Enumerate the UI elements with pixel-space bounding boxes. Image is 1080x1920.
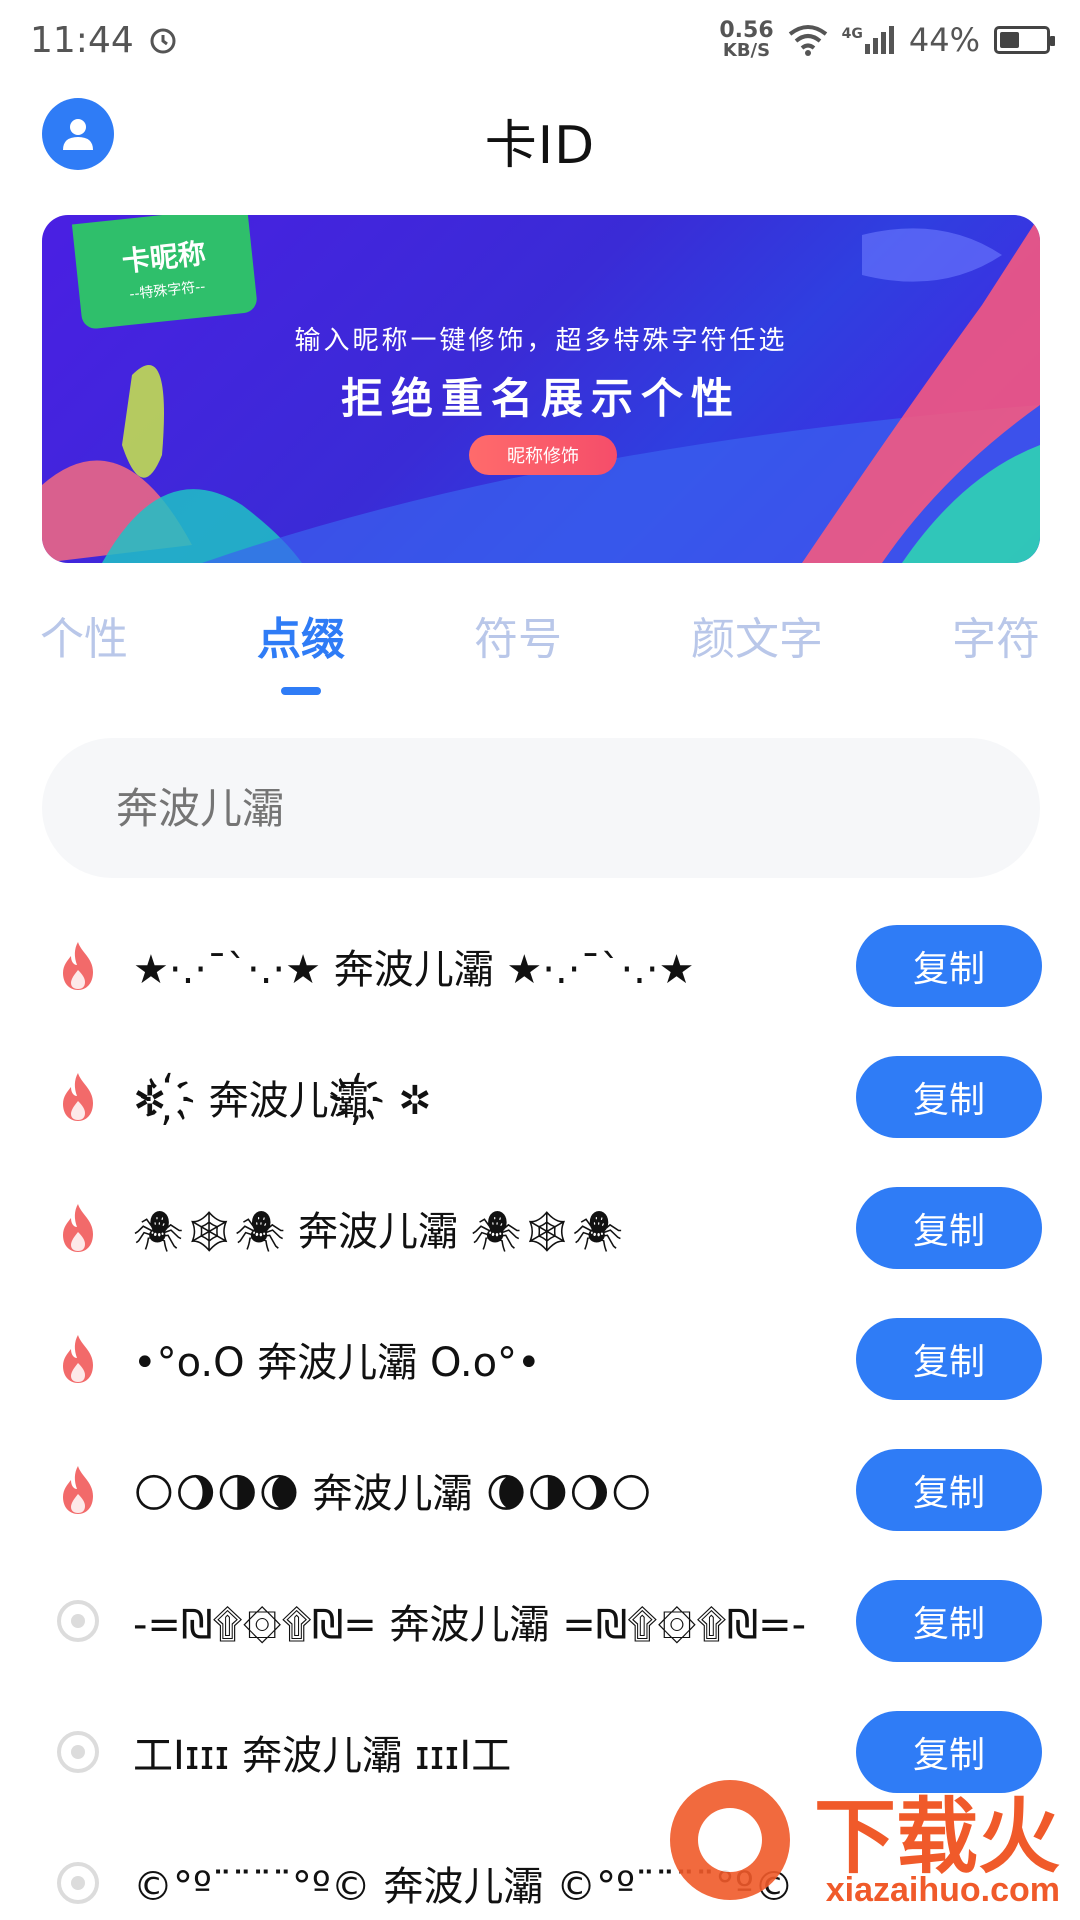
flame-icon (63, 1203, 93, 1252)
banner-badge-subtitle: --特殊字符-- (128, 278, 207, 303)
user-icon (63, 119, 93, 150)
copy-button[interactable]: 复制 (856, 1187, 1042, 1269)
wifi-icon (788, 25, 827, 56)
network-type: 4G (841, 26, 863, 42)
hot-icon (55, 940, 101, 992)
list-item: ★·.·¯`·.·★ 奔波儿灞 ★·.·¯`·.·★ 复制 (0, 900, 1080, 1031)
list-item: ©°º¨¨¨¨°º© 奔波儿灞 ©°º¨¨¨¨°º© (0, 1817, 1080, 1920)
flame-icon (63, 1072, 93, 1121)
banner-badge: 卡昵称 --特殊字符-- (71, 215, 259, 330)
hot-icon (55, 1071, 101, 1123)
hot-icon (55, 1202, 101, 1254)
banner-headline: 拒绝重名展示个性 (340, 374, 741, 423)
decorated-nickname: ★·.·¯`·.·★ 奔波儿灞 ★·.·¯`·.·★ (133, 946, 695, 993)
status-time: 11:44 (30, 19, 134, 61)
decorated-nickname: 🌕🌖🌗🌘 奔波儿灞 🌘🌗🌖🌕 (133, 1470, 653, 1517)
nickname-input[interactable] (116, 783, 936, 833)
decorated-nickname: 🕷🕸🕷 奔波儿灞 🕷🕸🕷 (133, 1208, 624, 1255)
tab-characters[interactable]: 字符 (952, 585, 1040, 667)
list-item: 🕷🕸🕷 奔波儿灞 🕷🕸🕷 复制 (0, 1162, 1080, 1293)
radio-icon (55, 1595, 101, 1647)
decorated-nickname: 工Iɪɪɪ 奔波儿灞 ɪɪɪI工 (133, 1732, 512, 1779)
category-tabs: 个性 点缀 符号 颜文字 字符 (0, 585, 1080, 695)
radio-icon (55, 1726, 101, 1778)
signal-icon (864, 26, 894, 54)
flame-icon (63, 941, 93, 990)
radio-icon (55, 1857, 101, 1909)
alarm-icon (150, 28, 176, 54)
list-item: ✲ ҉ 奔波儿灞҉ ✲ 复制 (0, 1031, 1080, 1162)
tab-symbols[interactable]: 符号 (474, 585, 562, 667)
copy-button[interactable]: 复制 (856, 1711, 1042, 1793)
decorated-nickname: -=₪۩۞۩₪= 奔波儿灞 =₪۩۞۩₪=- (133, 1601, 807, 1648)
net-speed-unit: KB/S (722, 40, 771, 61)
active-tab-indicator (281, 687, 321, 695)
status-left: 11:44 (30, 20, 178, 61)
tab-emoticons[interactable]: 颜文字 (691, 585, 823, 667)
battery-fill (1000, 32, 1020, 48)
flame-icon (63, 1334, 93, 1383)
tab-decoration-label: 点缀 (257, 614, 345, 665)
cellular-signal: 4G (842, 26, 895, 54)
banner-action-button[interactable]: 昵称修饰 (469, 435, 617, 475)
decorated-nickname: ✲ ҉ 奔波儿灞҉ ✲ (133, 1077, 432, 1124)
banner-subtitle: 输入昵称一键修饰，超多特殊字符任选 (294, 326, 788, 356)
hot-icon (55, 1464, 101, 1516)
copy-button[interactable]: 复制 (856, 1580, 1042, 1662)
user-avatar-button[interactable] (42, 98, 114, 170)
status-bar: 11:44 0.56 KB/S 4G 44% (0, 0, 1080, 80)
list-item: 🌕🌖🌗🌘 奔波儿灞 🌘🌗🌖🌕 复制 (0, 1424, 1080, 1555)
battery-percent: 44% (908, 21, 980, 59)
promo-banner[interactable]: 卡昵称 --特殊字符-- 输入昵称一键修饰，超多特殊字符任选 拒绝重名展示个性 … (42, 215, 1040, 563)
copy-button[interactable]: 复制 (856, 1318, 1042, 1400)
decoration-list: ★·.·¯`·.·★ 奔波儿灞 ★·.·¯`·.·★ 复制 ✲ ҉ 奔波儿灞҉ … (0, 900, 1080, 1920)
app-header: 卡ID (0, 90, 1080, 190)
net-speed-value: 0.56 (719, 18, 774, 43)
tab-decoration[interactable]: 点缀 (257, 585, 345, 695)
banner-badge-title: 卡昵称 (120, 236, 208, 279)
status-right: 0.56 KB/S 4G 44% (719, 20, 1055, 60)
list-item: 工Iɪɪɪ 奔波儿灞 ɪɪɪI工 复制 (0, 1686, 1080, 1817)
page-title: 卡ID (484, 115, 596, 176)
flame-icon (63, 1465, 93, 1514)
battery-icon (994, 26, 1055, 54)
list-item: -=₪۩۞۩₪= 奔波儿灞 =₪۩۞۩₪=- 复制 (0, 1555, 1080, 1686)
nickname-search-box (42, 738, 1040, 878)
tab-personality[interactable]: 个性 (40, 585, 128, 667)
copy-button[interactable]: 复制 (856, 1056, 1042, 1138)
copy-button[interactable]: 复制 (856, 925, 1042, 1007)
hot-icon (55, 1333, 101, 1385)
app-root: { "status_bar": { "time": "11:44", "net_… (0, 0, 1080, 1920)
copy-button[interactable]: 复制 (856, 1449, 1042, 1531)
net-speed: 0.56 KB/S (719, 20, 773, 60)
list-item: •°o.O 奔波儿灞 O.o°• 复制 (0, 1293, 1080, 1424)
decorated-nickname: •°o.O 奔波儿灞 O.o°• (133, 1339, 541, 1386)
decorated-nickname: ©°º¨¨¨¨°º© 奔波儿灞 ©°º¨¨¨¨°º© (133, 1863, 794, 1910)
